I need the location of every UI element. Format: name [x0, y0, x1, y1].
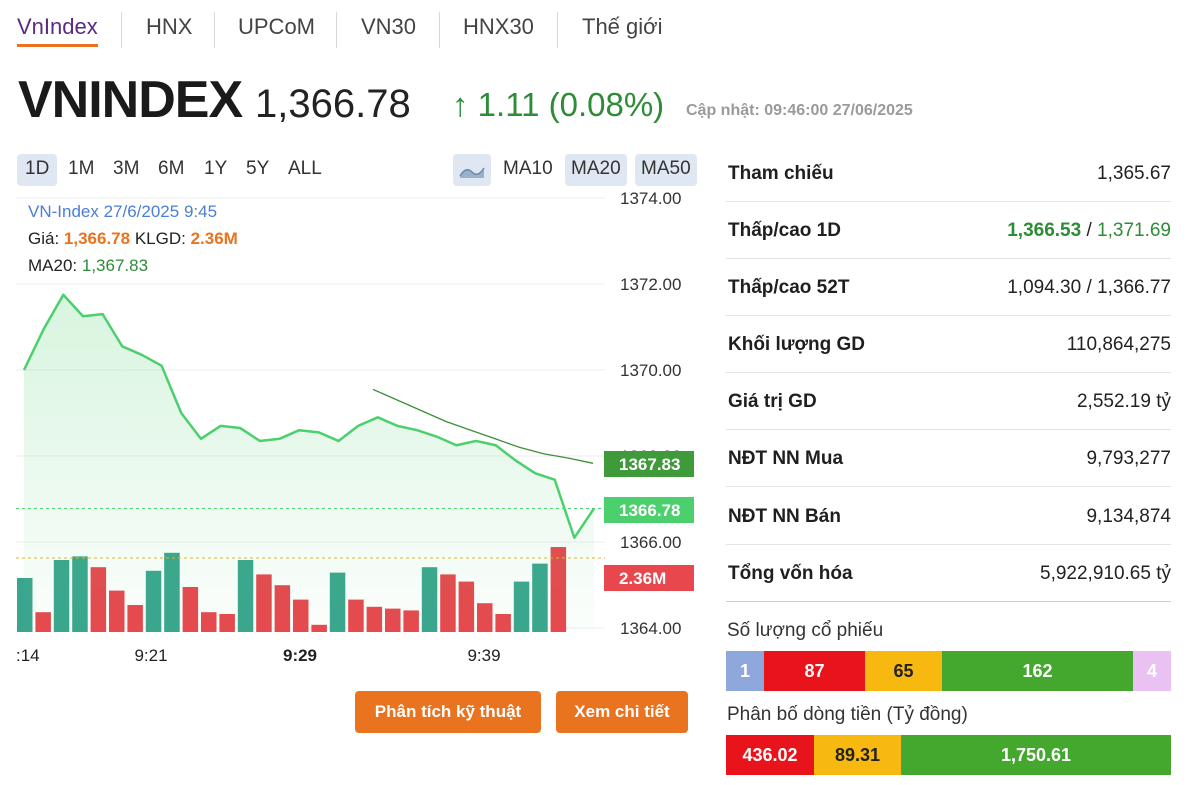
stat-row: Khối lượng GD 110,864,275 — [726, 316, 1171, 373]
ma20-button[interactable]: MA20 — [565, 154, 627, 186]
y-tick-label: 1366.00 — [620, 533, 681, 552]
ma10-button[interactable]: MA10 — [497, 154, 559, 186]
stat-row: Thấp/cao 1D 1,366.53 / 1,371.69 — [726, 202, 1171, 259]
stat-value: 1,366.53 / 1,371.69 — [1007, 220, 1171, 241]
range-all-button[interactable]: ALL — [280, 154, 330, 186]
stat-value: 9,134,874 — [1086, 506, 1171, 527]
tab-divider — [214, 12, 215, 48]
y-tick-label: 1364.00 — [620, 619, 681, 638]
stat-row: Tổng vốn hóa 5,922,910.65 tỷ — [726, 545, 1171, 602]
stat-row: Giá trị GD 2,552.19 tỷ — [726, 373, 1171, 430]
stock-count-title: Số lượng cổ phiếu — [727, 620, 884, 641]
range-3m-button[interactable]: 3M — [105, 154, 147, 186]
stock-count-segment: 87 — [764, 651, 865, 691]
money-flow-segment: 89.31 — [814, 735, 901, 775]
tab-the-gioi[interactable]: Thế giới — [582, 14, 662, 44]
stock-count-bar: 1 87 65 162 4 — [726, 651, 1171, 691]
ma50-button[interactable]: MA50 — [635, 154, 697, 186]
x-tick-label: 9:39 — [467, 646, 500, 665]
tab-divider — [121, 12, 122, 48]
stat-label: NĐT NN Bán — [728, 506, 841, 527]
tab-divider — [336, 12, 337, 48]
y-tick-label: 1374.00 — [620, 189, 681, 208]
y-tick-label: 1370.00 — [620, 361, 681, 380]
stat-value: 5,922,910.65 tỷ — [1040, 563, 1171, 584]
stock-count-segment: 65 — [865, 651, 942, 691]
tab-vnindex[interactable]: VnIndex — [17, 14, 98, 47]
stat-label: Khối lượng GD — [728, 334, 866, 355]
current-price-tag: 1366.78 — [619, 501, 680, 520]
stat-value: 2,552.19 tỷ — [1076, 391, 1171, 412]
chart-legend-price: Giá: 1,366.78 KLGD: 2.36M — [28, 229, 238, 248]
x-tick-label: 9:21 — [134, 646, 167, 665]
chart-legend-ma: MA20: 1,367.83 — [28, 256, 149, 275]
stat-row: NĐT NN Mua 9,793,277 — [726, 430, 1171, 487]
stock-count-segment: 4 — [1133, 651, 1171, 691]
tab-hnx[interactable]: HNX — [146, 14, 192, 44]
volume-tag: 2.36M — [619, 569, 666, 588]
y-tick-label: 1372.00 — [620, 275, 681, 294]
range-6m-button[interactable]: 6M — [150, 154, 192, 186]
stat-row: NĐT NN Bán 9,134,874 — [726, 488, 1171, 545]
tab-divider — [557, 12, 558, 48]
x-tick-label: 9:29 — [283, 646, 317, 665]
stat-row: Thấp/cao 52T 1,094.30 / 1,366.77 — [726, 259, 1171, 316]
stat-value: 110,864,275 — [1066, 334, 1171, 355]
index-title: VNINDEX — [18, 71, 243, 129]
stat-label: Giá trị GD — [728, 391, 817, 412]
money-flow-segment: 1,750.61 — [901, 735, 1171, 775]
stock-count-segment: 162 — [942, 651, 1133, 691]
price-area — [24, 294, 594, 632]
tab-vn30[interactable]: VN30 — [361, 14, 416, 44]
update-time: Cập nhật: 09:46:00 27/06/2025 — [686, 102, 913, 119]
stock-count-segment: 1 — [726, 651, 764, 691]
index-change: ↑ 1.11 (0.08%) — [452, 86, 665, 123]
market-tabs: VnIndex HNX UPCoM VN30 HNX30 Thế giới — [0, 0, 700, 56]
area-chart-icon — [459, 167, 485, 178]
x-tick-label: :14 — [16, 646, 40, 665]
stat-value: 1,094.30 / 1,366.77 — [1007, 277, 1171, 298]
stat-label: Thấp/cao 1D — [728, 220, 841, 241]
range-1d-button[interactable]: 1D — [17, 154, 58, 186]
range-1y-button[interactable]: 1Y — [196, 154, 235, 186]
tab-upcom[interactable]: UPCoM — [238, 14, 315, 44]
index-price: 1,366.78 — [255, 82, 411, 126]
stat-label: Thấp/cao 52T — [728, 277, 850, 298]
stat-label: Tổng vốn hóa — [728, 563, 853, 584]
range-1m-button[interactable]: 1M — [60, 154, 102, 186]
tab-divider — [439, 12, 440, 48]
ma-price-tag: 1367.83 — [619, 455, 680, 474]
stat-label: NĐT NN Mua — [728, 448, 844, 469]
stat-label: Tham chiếu — [728, 163, 834, 184]
money-flow-title: Phân bố dòng tiền (Tỷ đồng) — [727, 704, 968, 725]
money-flow-bar: 436.02 89.31 1,750.61 — [726, 735, 1171, 775]
chart-type-button[interactable] — [453, 154, 491, 186]
technical-analysis-button[interactable]: Phân tích kỹ thuật — [355, 691, 541, 733]
view-detail-button[interactable]: Xem chi tiết — [556, 691, 688, 733]
range-5y-button[interactable]: 5Y — [238, 154, 277, 186]
money-flow-segment: 436.02 — [726, 735, 814, 775]
stat-value: 1,365.67 — [1097, 163, 1171, 184]
chart-legend-title: VN-Index 27/6/2025 9:45 — [28, 202, 218, 221]
stat-value: 9,793,277 — [1086, 448, 1171, 469]
tab-hnx30[interactable]: HNX30 — [463, 14, 534, 44]
stat-row: Tham chiếu 1,365.67 — [726, 145, 1171, 202]
